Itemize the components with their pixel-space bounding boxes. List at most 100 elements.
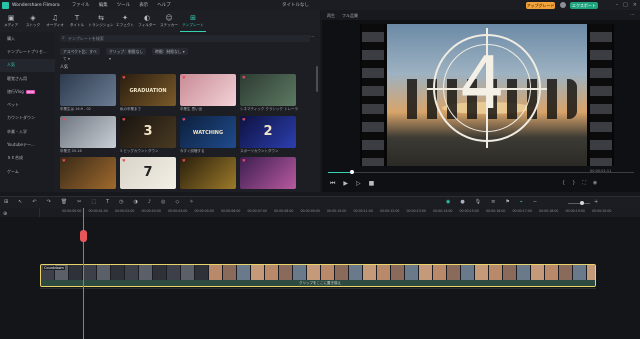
template-card[interactable]: ♥ xyxy=(240,157,296,189)
template-card[interactable]: ♥ xyxy=(60,116,116,148)
mask-icon[interactable]: ◎ xyxy=(161,199,165,205)
menu-help[interactable]: ヘルプ xyxy=(157,2,171,8)
delete-icon[interactable]: 🗑 xyxy=(61,199,67,205)
sidebar-item-youtube[interactable]: Youtubeテー... xyxy=(0,138,55,151)
speed-icon[interactable]: ◷ xyxy=(119,199,123,205)
menu-file[interactable]: ファイル xyxy=(72,2,90,8)
favorite-icon[interactable]: ♥ xyxy=(122,75,126,80)
sidebar-item-travel-vlog[interactable]: 旅行Vlog NEW xyxy=(0,85,55,98)
fullscreen-icon[interactable]: ⛶ xyxy=(582,180,586,186)
sidebar-item-countdown[interactable]: カウントダウン xyxy=(0,112,55,125)
template-card[interactable]: ♥ 3 xyxy=(120,116,176,148)
duration-filter-dropdown[interactable]: 時間：制限なし ▾ xyxy=(152,48,188,55)
favorite-icon[interactable]: ♥ xyxy=(242,117,246,122)
mixer-icon[interactable]: ≡ xyxy=(491,199,495,205)
template-card[interactable]: ♥ WATCHING xyxy=(180,116,236,148)
keyframe-icon[interactable]: ◇ xyxy=(176,199,180,205)
playhead-handle[interactable] xyxy=(80,230,87,242)
more-icon[interactable]: ⋯ xyxy=(630,12,635,18)
play-icon[interactable]: ▶ xyxy=(343,180,348,188)
video-clip[interactable]: クリップをここに置き換え Countdown xyxy=(40,264,596,287)
zoom-in-icon[interactable]: + xyxy=(594,199,598,205)
search-input[interactable]: ⌕ テンプレートを検索 xyxy=(60,35,310,42)
tab-titles[interactable]: T タイトル xyxy=(66,10,88,32)
text-tool-icon[interactable]: T xyxy=(106,199,109,205)
export-button[interactable]: エクスポート xyxy=(570,1,598,9)
prev-frame-icon[interactable]: ⏮ xyxy=(330,180,335,188)
more-icon[interactable]: ⋯ xyxy=(310,34,315,40)
tab-transitions[interactable]: ⇆ トランジション xyxy=(88,10,114,32)
favorite-icon[interactable]: ♥ xyxy=(182,158,186,163)
template-card[interactable]: ♥ xyxy=(60,157,116,189)
favorite-icon[interactable]: ♥ xyxy=(62,117,66,122)
mark-out-icon[interactable]: } xyxy=(572,180,575,186)
marker-icon[interactable]: ⚑ xyxy=(505,199,509,205)
template-card[interactable]: ♥ xyxy=(180,74,236,106)
zoom-slider[interactable] xyxy=(568,201,590,205)
ai-icon[interactable]: ✧ xyxy=(189,199,193,205)
maximize-icon[interactable]: □ xyxy=(623,2,628,8)
menu-edit[interactable]: 編集 xyxy=(99,2,108,8)
favorite-icon[interactable]: ♥ xyxy=(182,117,186,122)
template-card[interactable] xyxy=(60,74,116,106)
seek-handle[interactable] xyxy=(350,170,354,174)
snap-icon[interactable]: ⌁ xyxy=(520,199,523,205)
record-icon[interactable]: ● xyxy=(460,199,464,205)
aspect-filter-dropdown[interactable]: アスペクト比：すべて ▾ xyxy=(60,48,100,61)
timeline-ruler[interactable]: 00:00:00:00 00:00:01:00 00:00:02:00 00:00:0… xyxy=(40,208,640,217)
tab-effects[interactable]: ✦ エフェクト xyxy=(114,10,136,32)
snapshot-icon[interactable]: ◉ xyxy=(593,180,597,186)
template-card[interactable]: ♥ 7 xyxy=(120,157,176,189)
minimize-icon[interactable]: – xyxy=(616,2,619,8)
zoom-out-icon[interactable]: − xyxy=(533,199,537,205)
favorite-icon[interactable]: ♥ xyxy=(122,117,126,122)
tab-filters[interactable]: ◐ フィルター xyxy=(136,10,158,32)
tab-audio[interactable]: ♫ オーディオ xyxy=(44,10,66,32)
favorite-icon[interactable]: ♥ xyxy=(242,75,246,80)
sidebar-item-popular[interactable]: 人気 xyxy=(0,58,55,72)
redo-icon[interactable]: ↷ xyxy=(47,199,51,205)
template-card[interactable]: ♥ GRADUATION xyxy=(120,74,176,106)
tab-stock[interactable]: ◈ ストック xyxy=(22,10,44,32)
upgrade-button[interactable]: アップグレード xyxy=(526,1,555,9)
tab-templates[interactable]: ⊞ テンプレート xyxy=(180,10,206,32)
select-icon[interactable]: ↖ xyxy=(18,199,22,205)
stop-icon[interactable]: ■ xyxy=(369,180,375,188)
seek-bar[interactable] xyxy=(328,170,634,174)
template-card[interactable]: ♥ xyxy=(180,157,236,189)
menu-view[interactable]: 表示 xyxy=(139,2,148,8)
avatar[interactable] xyxy=(560,2,566,8)
undo-icon[interactable]: ↶ xyxy=(32,199,36,205)
favorite-icon[interactable]: ♥ xyxy=(242,158,246,163)
panel-scrollbar[interactable] xyxy=(316,66,318,92)
next-frame-icon[interactable]: ▷ xyxy=(356,180,361,188)
color-icon[interactable]: ◑ xyxy=(134,199,138,205)
sidebar-item-game[interactable]: ゲーム xyxy=(0,165,55,178)
close-icon[interactable]: × xyxy=(633,2,637,8)
menu-tools[interactable]: ツール xyxy=(117,2,131,8)
zoom-handle[interactable] xyxy=(580,201,584,205)
split-icon[interactable]: ✂ xyxy=(77,199,81,205)
template-card[interactable]: ♥ xyxy=(240,74,296,106)
voiceover-icon[interactable]: 🎙 xyxy=(475,199,481,205)
tab-media[interactable]: ▣ メディア xyxy=(0,10,22,32)
playhead[interactable] xyxy=(83,208,84,339)
audio-tool-icon[interactable]: ♪ xyxy=(148,199,151,205)
sidebar-item-template-presets[interactable]: テンプレートプリセ... xyxy=(0,45,55,58)
favorite-icon[interactable]: ♥ xyxy=(182,75,186,80)
mark-in-icon[interactable]: { xyxy=(562,180,565,186)
render-icon[interactable]: ◉ xyxy=(446,199,450,205)
template-card[interactable]: ♥ 2 xyxy=(240,116,296,148)
sidebar-item-se[interactable]: ＳＥ合成 xyxy=(0,152,55,165)
sidebar-item-graduation[interactable]: 卒業・入学 xyxy=(0,125,55,138)
sidebar-item-purchased[interactable]: 購入 xyxy=(0,32,55,45)
sidebar-item-pets[interactable]: ペット xyxy=(0,98,55,111)
sidebar-item-3[interactable]: 聴覚さん用 xyxy=(0,72,55,85)
clip-filter-dropdown[interactable]: クリップ：制限なし ▾ xyxy=(106,48,146,61)
favorite-icon[interactable]: ♥ xyxy=(122,158,126,163)
tab-stickers[interactable]: ☺ ステッカー xyxy=(158,10,180,32)
quality-dropdown[interactable]: フル品質 xyxy=(342,13,358,19)
crop-icon[interactable]: ⬚ xyxy=(91,199,96,205)
favorite-icon[interactable]: ♥ xyxy=(62,158,66,163)
grid-icon[interactable]: ⊞ xyxy=(4,199,8,205)
